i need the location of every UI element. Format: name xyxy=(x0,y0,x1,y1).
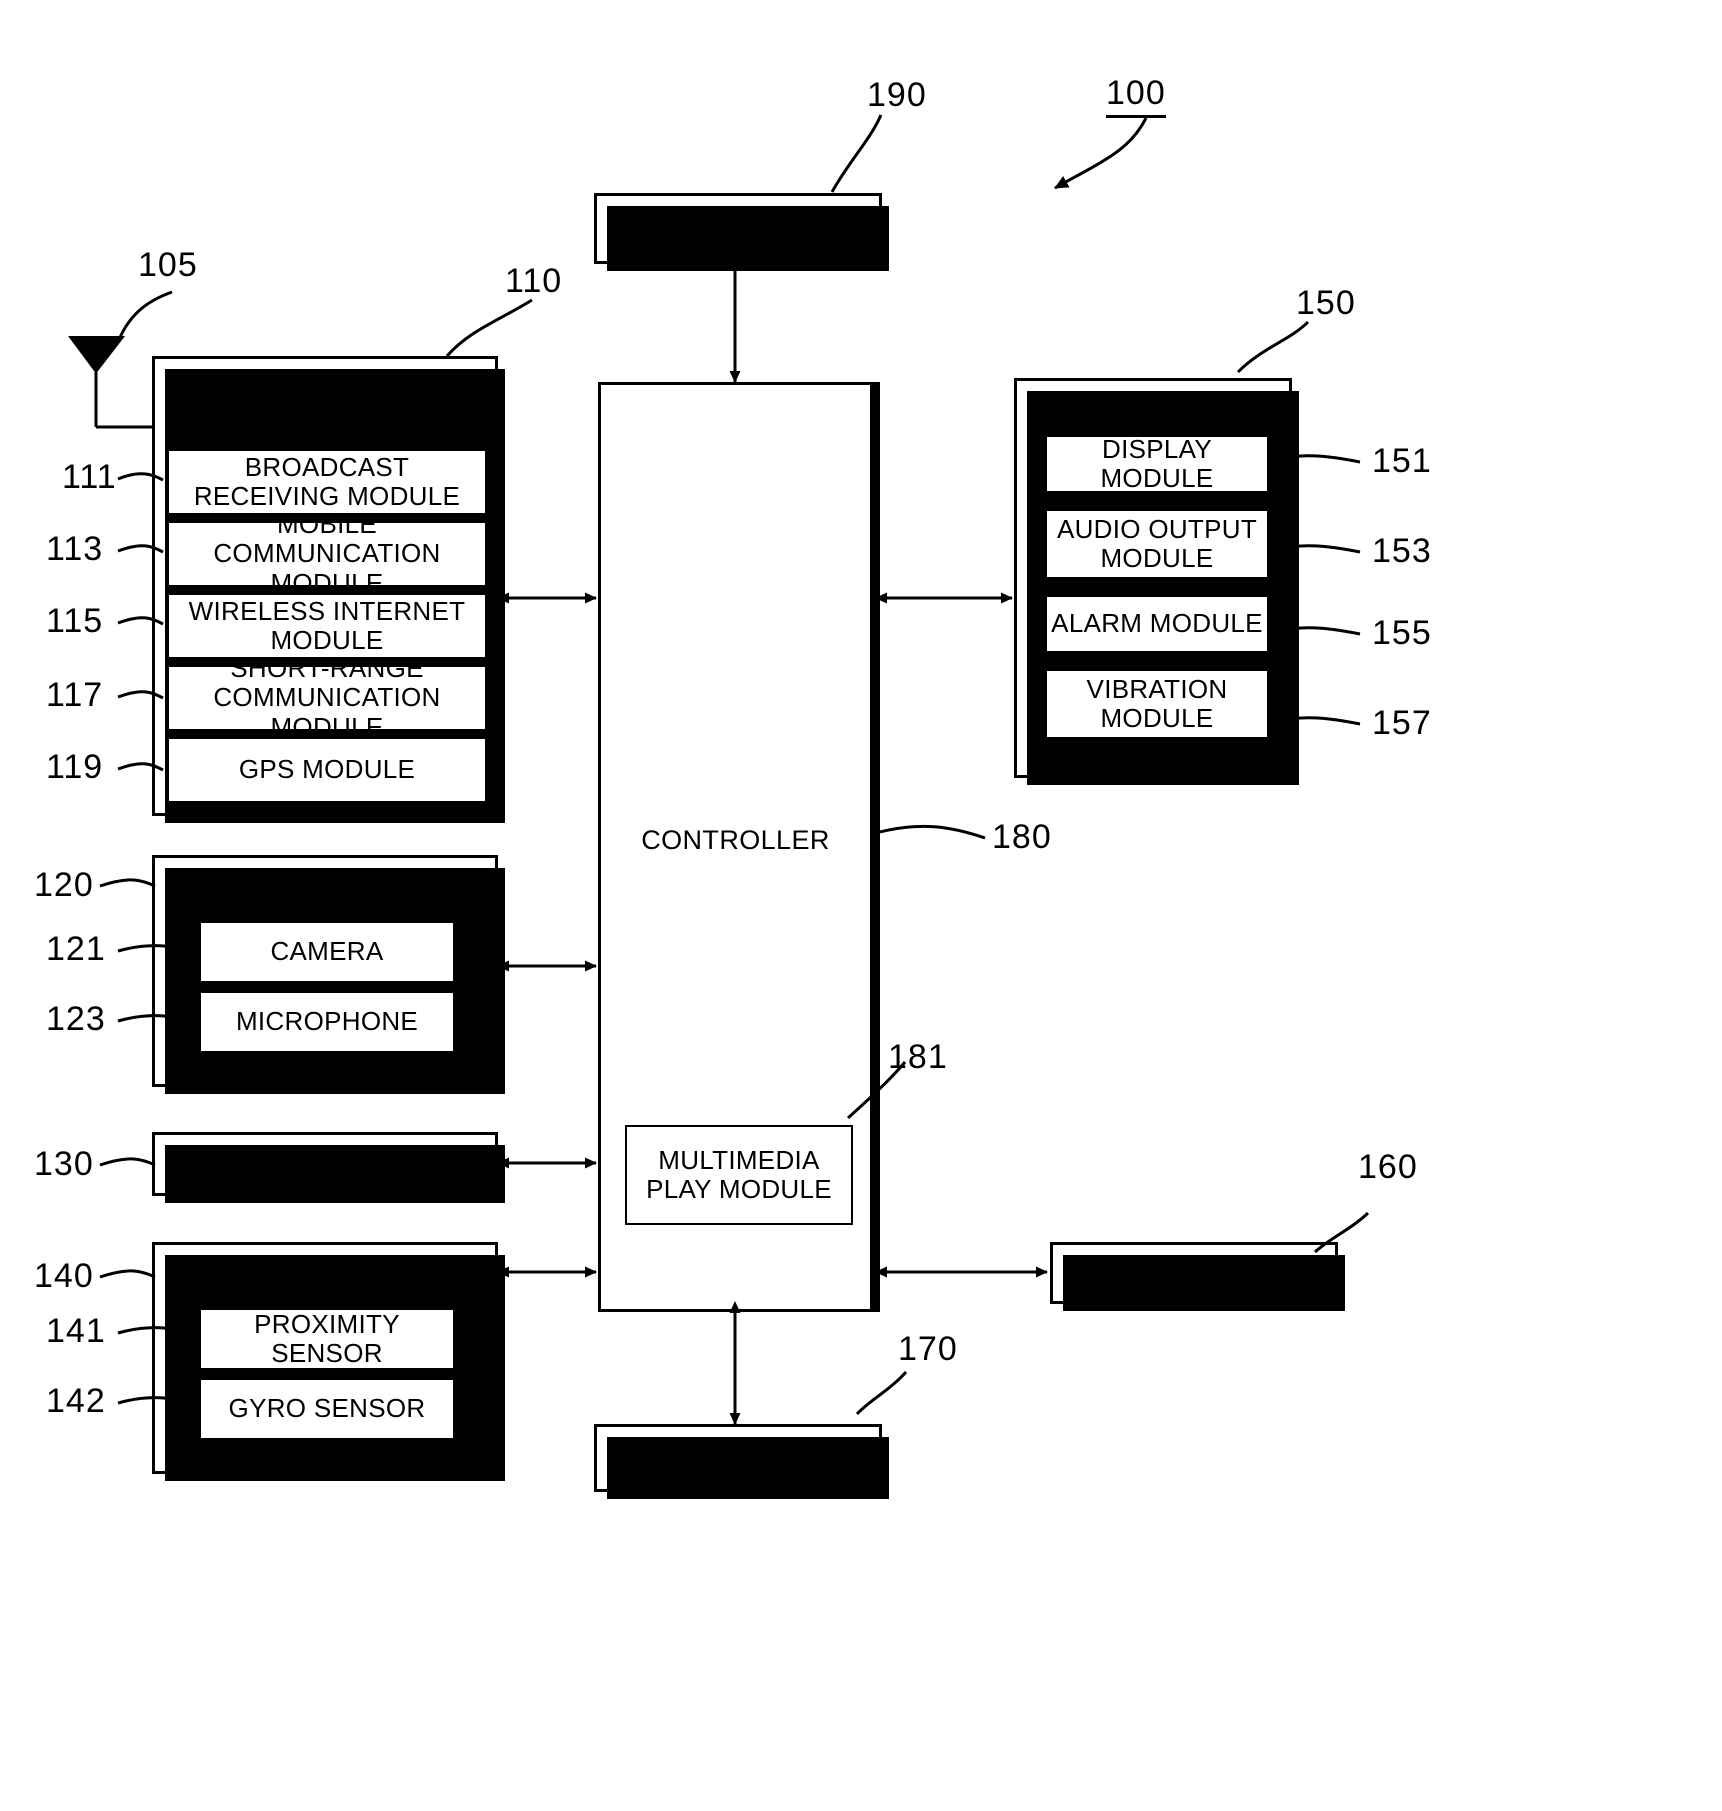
alarm-module-block: ALARM MODULE xyxy=(1045,595,1269,653)
broadcast-receiving-module-block: BROADCAST RECEIVING MODULE xyxy=(167,449,487,515)
ref-117: 117 xyxy=(46,676,104,714)
ref-100: 100 xyxy=(1106,74,1166,118)
user-input-unit-block: USER INPUT UNIT xyxy=(152,1132,505,1203)
ref-140: 140 xyxy=(34,1257,94,1295)
ref-111: 111 xyxy=(62,458,117,496)
memory-block: MEMORY xyxy=(1050,1242,1345,1311)
ref-141: 141 xyxy=(46,1312,106,1350)
ref-113: 113 xyxy=(46,530,104,568)
ref-142: 142 xyxy=(46,1382,106,1420)
camera-block: CAMERA xyxy=(199,921,455,983)
ref-170: 170 xyxy=(898,1330,958,1368)
ref-119: 119 xyxy=(46,748,104,786)
output-unit-label: OUTPUT UNIT xyxy=(1060,393,1246,423)
ref-151: 151 xyxy=(1372,442,1432,480)
ref-160: 160 xyxy=(1358,1148,1418,1186)
ref-121: 121 xyxy=(46,930,106,968)
power-supply-unit-block: POWER SUPPLY UNIT xyxy=(594,193,889,275)
ref-181: 181 xyxy=(888,1038,948,1076)
ref-155: 155 xyxy=(1372,614,1432,652)
mobile-communication-module-block: MOBILE COMMUNICATION MODULE xyxy=(167,510,487,597)
user-input-unit-label: USER INPUT UNIT xyxy=(205,1150,445,1180)
ref-153: 153 xyxy=(1372,532,1432,570)
av-input-unit-label: A/V INPUT UNIT xyxy=(221,872,429,902)
wireless-internet-module-block: WIRELESS INTERNET MODULE xyxy=(167,593,487,659)
figure-canvas: 105 100 190 110 150 111 113 115 117 119 … xyxy=(0,0,1722,1811)
power-supply-unit-label: POWER SUPPLY UNIT xyxy=(628,214,848,275)
ref-110: 110 xyxy=(505,262,563,300)
wireless-communication-unit-label: WIRELESS COMMUNICATION UNIT xyxy=(170,369,480,430)
wireless-communication-unit-block: WIRELESS COMMUNICATION UNIT BROADCAST RE… xyxy=(152,356,505,823)
gps-module-block: GPS MODULE xyxy=(167,737,487,803)
ref-150: 150 xyxy=(1296,284,1356,322)
ref-180: 180 xyxy=(992,818,1052,856)
display-module-block: DISPLAY MODULE xyxy=(1045,434,1269,493)
ref-157: 157 xyxy=(1372,704,1432,742)
memory-label: MEMORY xyxy=(1132,1259,1256,1289)
interface-unit-label: INTERFACE UNIT xyxy=(624,1444,852,1474)
ref-105: 105 xyxy=(138,246,198,284)
gyro-sensor-block: GYRO SENSOR xyxy=(199,1378,455,1440)
ref-115: 115 xyxy=(46,602,104,640)
antenna-symbol xyxy=(68,336,152,429)
sensing-unit-label: SENSING UNIT xyxy=(226,1259,424,1289)
ref-130: 130 xyxy=(34,1145,94,1183)
ref-120: 120 xyxy=(34,866,94,904)
multimedia-play-module-block: MULTIMEDIA PLAY MODULE xyxy=(625,1125,853,1225)
audio-output-module-block: AUDIO OUTPUT MODULE xyxy=(1045,509,1269,579)
proximity-sensor-block: PROXIMITY SENSOR xyxy=(199,1308,455,1370)
short-range-communication-module-block: SHORT-RANGE COMMUNICATION MODULE xyxy=(167,654,487,741)
vibration-module-block: VIBRATION MODULE xyxy=(1045,669,1269,739)
sensing-unit-block: SENSING UNIT PROXIMITY SENSOR GYRO SENSO… xyxy=(152,1242,505,1481)
av-input-unit-block: A/V INPUT UNIT CAMERA MICROPHONE xyxy=(152,855,505,1094)
ref-190: 190 xyxy=(867,76,927,114)
microphone-block: MICROPHONE xyxy=(199,991,455,1053)
interface-unit-block: INTERFACE UNIT xyxy=(594,1424,889,1499)
controller-label: CONTROLLER xyxy=(641,825,830,855)
controller-block: CONTROLLER MULTIMEDIA PLAY MODULE xyxy=(598,382,880,1312)
output-unit-block: OUTPUT UNIT DISPLAY MODULE AUDIO OUTPUT … xyxy=(1014,378,1299,785)
ref-123: 123 xyxy=(46,1000,106,1038)
